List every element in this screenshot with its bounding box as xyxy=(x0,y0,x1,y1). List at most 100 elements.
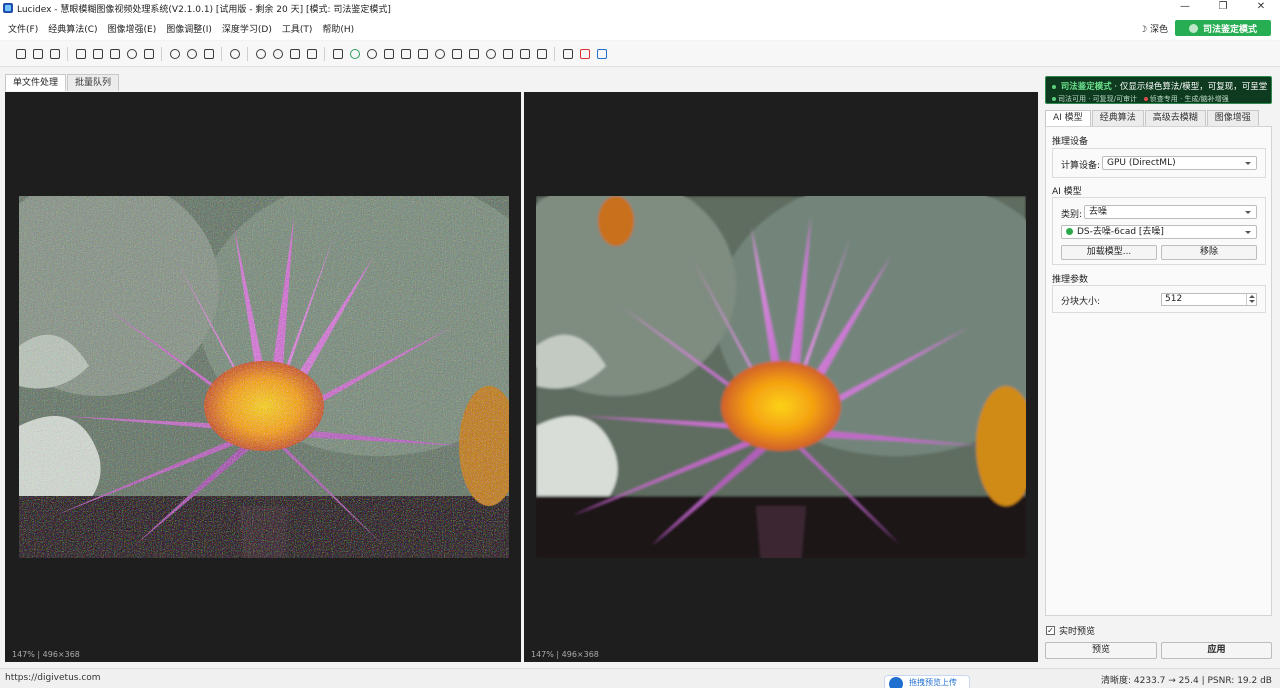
tab-single-file[interactable]: 单文件处理 xyxy=(5,74,67,91)
params-group-title: 推理参数 xyxy=(1052,275,1089,285)
print-icon[interactable] xyxy=(109,48,120,59)
layers-icon[interactable] xyxy=(417,48,428,59)
tile-size-value: 512 xyxy=(1165,294,1183,304)
crop-blue-icon[interactable] xyxy=(596,48,607,59)
window-title: Lucidex - 慧眼模糊图像视频处理系统(V2.1.0.1) [试用版 - … xyxy=(17,4,391,15)
upload-label: 拖拽预览上传 xyxy=(909,678,957,687)
legend-forensic: 司法可用 · 可复现/可审计 xyxy=(1058,95,1138,103)
load-model-button[interactable]: 加载模型... xyxy=(1061,245,1157,260)
forensic-mode-banner: 司法鉴定模式 · 仅显示绿色算法/模型，可复现，可呈堂 司法可用 · 可复现/可… xyxy=(1045,76,1272,104)
upload-badge[interactable]: 拖拽预览上传 xyxy=(884,675,970,688)
menu-bar: 文件(F) 经典算法(C) 图像增强(E) 图像调整(I) 深度学习(D) 工具… xyxy=(0,16,1280,40)
toolbar-separator xyxy=(247,46,248,61)
preview-button[interactable]: 预览 xyxy=(1045,642,1157,659)
tab-batch-queue[interactable]: 批量队列 xyxy=(67,74,120,91)
quality-metrics: 清晰度: 4233.7 → 25.4 | PSNR: 19.2 dB xyxy=(1101,676,1272,686)
menu-tools[interactable]: 工具(T) xyxy=(282,22,313,35)
model-select-value: DS-去噪-6cad [去噪] xyxy=(1077,227,1164,237)
model-select[interactable]: DS-去噪-6cad [去噪] xyxy=(1061,225,1257,239)
banner-mode-name: 司法鉴定模式 xyxy=(1060,82,1112,92)
menu-classic-algorithms[interactable]: 经典算法(C) xyxy=(48,22,97,35)
forensic-mode-button[interactable]: 司法鉴定模式 xyxy=(1175,20,1271,36)
category-select-value: 去噪 xyxy=(1089,207,1108,217)
save-icon[interactable] xyxy=(49,48,60,59)
menu-deep-learning[interactable]: 深度学习(D) xyxy=(222,22,272,35)
menu-image-enhance[interactable]: 图像增强(E) xyxy=(108,22,157,35)
processed-zoom-info: 147% | 496×368 xyxy=(531,650,599,659)
image-icon[interactable] xyxy=(383,48,394,59)
toolbar-separator xyxy=(221,46,222,61)
model-status-icon xyxy=(1066,228,1073,235)
contrast-icon[interactable] xyxy=(485,48,496,59)
compare-icon[interactable] xyxy=(143,48,154,59)
category-label: 类别: xyxy=(1061,210,1083,220)
rotate-left-icon[interactable] xyxy=(255,48,266,59)
tab-image-enhance[interactable]: 图像增强 xyxy=(1206,110,1259,126)
split-view-icon[interactable] xyxy=(203,48,214,59)
rect-icon[interactable] xyxy=(519,48,530,59)
rotate-right-icon[interactable] xyxy=(272,48,283,59)
frame-icon[interactable] xyxy=(536,48,547,59)
tab-classic-algorithms[interactable]: 经典算法 xyxy=(1091,110,1144,126)
trophy-icon[interactable] xyxy=(92,48,103,59)
menu-file[interactable]: 文件(F) xyxy=(8,22,38,35)
open-folder-icon[interactable] xyxy=(15,48,26,59)
dark-theme-toggle[interactable]: ☽ 深色 xyxy=(1139,22,1168,35)
processing-tabs: AI 模型 经典算法 高级去模糊 图像增强 xyxy=(1045,110,1260,126)
menu-help[interactable]: 帮助(H) xyxy=(322,22,354,35)
spin-arrows-icon[interactable] xyxy=(1246,294,1256,305)
color-icon[interactable] xyxy=(349,48,360,59)
crop-icon[interactable] xyxy=(502,48,513,59)
device-group-title: 推理设备 xyxy=(1052,137,1089,147)
processed-image-pane[interactable]: 147% | 496×368 xyxy=(524,92,1038,662)
remove-model-button[interactable]: 移除 xyxy=(1161,245,1257,260)
processed-image xyxy=(536,196,1026,558)
tab-advanced-deblur[interactable]: 高级去模糊 xyxy=(1144,110,1206,126)
menu-image-adjust[interactable]: 图像调整(I) xyxy=(166,22,212,35)
original-image xyxy=(19,196,509,558)
curve-icon[interactable] xyxy=(451,48,462,59)
toolbar-separator xyxy=(324,46,325,61)
document-tabs: 单文件处理 批量队列 xyxy=(5,74,120,91)
title-bar: Lucidex - 慧眼模糊图像视频处理系统(V2.1.0.1) [试用版 - … xyxy=(0,0,1280,16)
wand-icon[interactable] xyxy=(75,48,86,59)
device-select-value: GPU (DirectML) xyxy=(1107,158,1176,168)
tile-size-label: 分块大小: xyxy=(1061,297,1101,307)
histogram-icon[interactable] xyxy=(332,48,343,59)
sun-icon[interactable] xyxy=(366,48,377,59)
brightness-icon[interactable] xyxy=(434,48,445,59)
open-file-icon[interactable] xyxy=(32,48,43,59)
apply-button[interactable]: 应用 xyxy=(1161,642,1272,659)
processed-lotus-image xyxy=(536,196,1026,558)
clear-icon[interactable] xyxy=(579,48,590,59)
red-legend-icon xyxy=(1143,97,1148,101)
category-select[interactable]: 去噪 xyxy=(1084,205,1257,219)
scale-icon xyxy=(1188,23,1198,33)
smile-icon[interactable] xyxy=(126,48,137,59)
levels-icon[interactable] xyxy=(468,48,479,59)
redo-icon[interactable] xyxy=(186,48,197,59)
website-url[interactable]: https://digivetus.com xyxy=(5,673,101,683)
app-logo-icon xyxy=(3,3,13,13)
live-preview-checkbox[interactable]: ✓ 实时预览 xyxy=(1046,624,1095,637)
refresh-icon[interactable] xyxy=(229,48,240,59)
close-button[interactable]: ✕ xyxy=(1242,0,1280,14)
original-image-pane[interactable]: 147% | 496×368 xyxy=(5,92,521,662)
undo-icon[interactable] xyxy=(169,48,180,59)
tab-ai-model[interactable]: AI 模型 xyxy=(1045,110,1091,126)
device-select[interactable]: GPU (DirectML) xyxy=(1102,156,1257,170)
upload-icon xyxy=(889,677,903,688)
maximize-button[interactable]: ❐ xyxy=(1204,0,1242,14)
toolbar xyxy=(0,41,1280,67)
filter-icon[interactable] xyxy=(400,48,411,59)
green-dot-icon xyxy=(1052,84,1056,89)
flip-horizontal-icon[interactable] xyxy=(289,48,300,59)
minimize-button[interactable]: — xyxy=(1166,0,1204,14)
select-icon[interactable] xyxy=(562,48,573,59)
checkmark-icon[interactable]: ✓ xyxy=(1046,625,1055,635)
flip-vertical-icon[interactable] xyxy=(306,48,317,59)
toolbar-separator xyxy=(554,46,555,61)
model-group-title: AI 模型 xyxy=(1052,187,1082,197)
tile-size-spinbox[interactable]: 512 xyxy=(1161,293,1257,306)
model-group: 类别: 去噪 DS-去噪-6cad [去噪] 加载模型... 移除 xyxy=(1052,197,1266,265)
